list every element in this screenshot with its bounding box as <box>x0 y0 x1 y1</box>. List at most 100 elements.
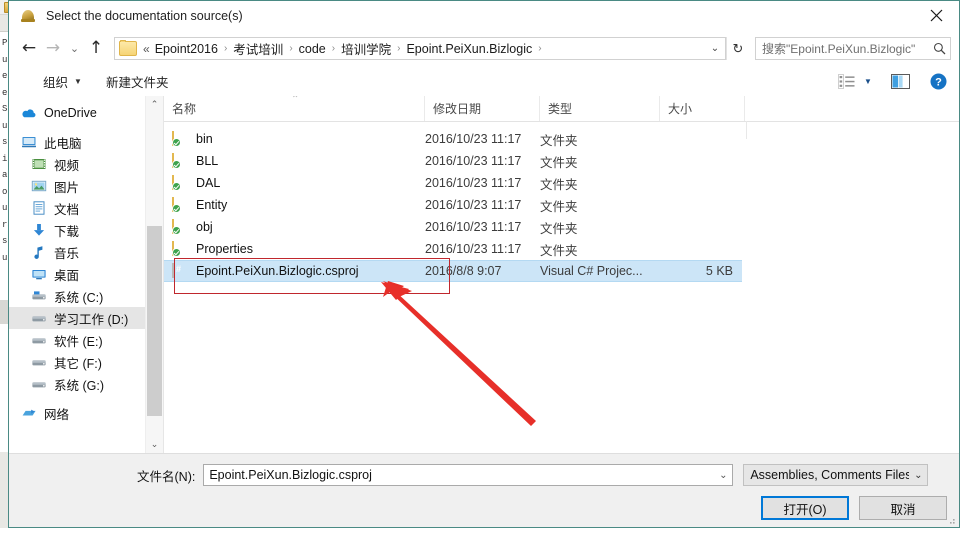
table-row[interactable]: DAL 2016/10/23 11:17 文件夹 <box>164 172 959 194</box>
sidebar-item-label: 音乐 <box>54 246 80 261</box>
breadcrumb-item-4[interactable]: Epoint.PeiXun.Bizlogic <box>403 42 535 56</box>
breadcrumb-item-0[interactable]: Epoint2016 <box>152 42 221 56</box>
table-row-selected[interactable]: # Epoint.PeiXun.Bizlogic.csproj 2016/8/8… <box>164 260 742 282</box>
folder-icon <box>172 219 188 235</box>
table-row[interactable]: Entity 2016/10/23 11:17 文件夹 <box>164 194 959 216</box>
sidebar-item-drive-e[interactable]: 软件 (E:) <box>9 329 145 351</box>
drive-icon <box>31 310 47 326</box>
sidebar-item-drive-d[interactable]: 学习工作 (D:) <box>9 307 145 329</box>
breadcrumb-root[interactable]: « <box>140 42 152 56</box>
filename-input[interactable]: Epoint.PeiXun.Bizlogic.csproj ⌄ <box>203 464 734 486</box>
sidebar-item-label: OneDrive <box>44 106 97 120</box>
file-name-cell: # Epoint.PeiXun.Bizlogic.csproj <box>164 263 425 279</box>
scroll-up-button[interactable]: ⌃ <box>146 96 163 113</box>
dialog-content: OneDrive 此电脑 视频 图片 文档 下载 音乐 桌面 系统 (C:) 学… <box>9 96 959 453</box>
back-button[interactable]: ← <box>17 37 41 61</box>
close-button[interactable] <box>913 1 959 30</box>
breadcrumb-separator[interactable]: › <box>535 43 544 54</box>
forward-button[interactable]: → <box>41 37 65 61</box>
address-bar[interactable]: « Epoint2016 › 考试培训 › code › 培训学院 › Epoi… <box>114 37 726 60</box>
check-overlay-icon <box>172 226 181 235</box>
breadcrumb-separator[interactable]: › <box>329 43 338 54</box>
refresh-button[interactable]: ↻ <box>726 37 749 60</box>
file-type-filter-select[interactable]: Assemblies, Comments Files ⌄ <box>743 464 929 486</box>
sidebar-item-pictures[interactable]: 图片 <box>9 175 145 197</box>
breadcrumb-item-1[interactable]: 考试培训 <box>230 39 286 58</box>
sidebar-item-downloads[interactable]: 下载 <box>9 219 145 241</box>
new-folder-button[interactable]: 新建文件夹 <box>100 70 175 93</box>
help-button[interactable]: ? <box>925 69 951 93</box>
file-name: Entity <box>196 198 228 212</box>
file-name: Properties <box>196 242 253 256</box>
scrollbar-thumb[interactable] <box>147 226 162 416</box>
sidebar-item-onedrive[interactable]: OneDrive <box>9 102 145 124</box>
sidebar-item-drive-c[interactable]: 系统 (C:) <box>9 285 145 307</box>
help-icon: ? <box>930 73 946 89</box>
sidebar-item-videos[interactable]: 视频 <box>9 153 145 175</box>
breadcrumb: « Epoint2016 › 考试培训 › code › 培训学院 › Epoi… <box>137 39 705 58</box>
sidebar-item-desktop[interactable]: 桌面 <box>9 263 145 285</box>
resize-grip-icon[interactable] <box>946 515 956 525</box>
bell-icon <box>20 8 37 24</box>
check-overlay-icon <box>172 248 181 257</box>
column-header-type[interactable]: 类型 <box>540 96 660 121</box>
preview-pane-icon <box>890 73 910 89</box>
pictures-icon <box>31 178 47 194</box>
table-row[interactable]: bin 2016/10/23 11:17 文件夹 <box>164 128 959 150</box>
up-button[interactable]: ↑ <box>84 37 108 61</box>
view-options-dropdown[interactable]: ▼ <box>859 69 877 93</box>
table-row[interactable]: Properties 2016/10/23 11:17 文件夹 <box>164 238 959 260</box>
breadcrumb-item-2[interactable]: code <box>296 42 329 56</box>
open-button[interactable]: 打开(O) <box>761 496 849 520</box>
file-type-cell: 文件夹 <box>540 243 578 258</box>
file-date-cell: 2016/8/8 9:07 <box>425 264 502 278</box>
sidebar-item-label: 软件 (E:) <box>54 334 103 349</box>
address-dropdown-button[interactable]: ⌄ <box>705 38 725 59</box>
dialog-footer: 文件名(N): Epoint.PeiXun.Bizlogic.csproj ⌄ … <box>9 453 959 527</box>
table-row[interactable]: BLL 2016/10/23 11:17 文件夹 <box>164 150 959 172</box>
file-name: DAL <box>196 176 221 190</box>
file-size-cell: 5 KB <box>705 264 733 278</box>
sidebar-item-music[interactable]: 音乐 <box>9 241 145 263</box>
file-name: Epoint.PeiXun.Bizlogic.csproj <box>196 264 359 278</box>
chevron-down-icon[interactable]: ⌄ <box>714 470 732 481</box>
sidebar-item-drive-f[interactable]: 其它 (F:) <box>9 351 145 373</box>
file-type-cell: 文件夹 <box>540 177 578 192</box>
table-row[interactable]: obj 2016/10/23 11:17 文件夹 <box>164 216 959 238</box>
recent-locations-button[interactable]: ⌄ <box>65 37 84 61</box>
organize-button[interactable]: 组织 ▼ <box>37 70 88 93</box>
column-header-row: 名称 ⌃ 修改日期 类型 大小 <box>164 96 959 122</box>
dialog-buttons: 打开(O) 取消 <box>761 496 947 520</box>
sidebar-item-network[interactable]: 网络 <box>9 402 145 424</box>
search-input[interactable]: 搜索"Epoint.PeiXun.Bizlogic" <box>755 37 951 60</box>
cancel-button[interactable]: 取消 <box>859 496 947 520</box>
dialog-titlebar: Select the documentation source(s) <box>9 1 959 31</box>
chevron-down-icon: ▼ <box>864 76 872 86</box>
sidebar-item-drive-g[interactable]: 系统 (G:) <box>9 373 145 395</box>
file-date-cell: 2016/10/23 11:17 <box>425 220 522 234</box>
check-overlay-icon <box>172 160 181 169</box>
file-date-cell: 2016/10/23 11:17 <box>425 176 522 190</box>
scroll-down-button[interactable]: ⌄ <box>146 436 163 453</box>
navigation-bar: ← → ⌄ ↑ « Epoint2016 › 考试培训 › code › 培训学… <box>9 31 959 66</box>
breadcrumb-separator[interactable]: › <box>394 43 403 54</box>
sidebar-item-documents[interactable]: 文档 <box>9 197 145 219</box>
videos-icon <box>31 156 47 172</box>
breadcrumb-separator[interactable]: › <box>221 43 230 54</box>
sidebar-scrollbar[interactable]: ⌃ ⌄ <box>145 96 163 453</box>
column-header-filler <box>745 96 959 121</box>
breadcrumb-item-3[interactable]: 培训学院 <box>338 39 394 58</box>
file-type-cell: 文件夹 <box>540 221 578 236</box>
column-header-date[interactable]: 修改日期 <box>425 96 540 121</box>
check-overlay-icon <box>172 182 181 191</box>
new-folder-label: 新建文件夹 <box>105 75 169 90</box>
search-placeholder: 搜索"Epoint.PeiXun.Bizlogic" <box>762 42 916 56</box>
preview-pane-button[interactable] <box>887 69 913 93</box>
column-header-name[interactable]: 名称 ⌃ <box>164 96 425 121</box>
column-header-size[interactable]: 大小 <box>660 96 745 121</box>
breadcrumb-separator[interactable]: › <box>286 43 295 54</box>
file-date-cell: 2016/10/23 11:17 <box>425 132 522 146</box>
folder-icon <box>172 153 188 169</box>
view-options-button[interactable] <box>833 69 859 93</box>
sidebar-item-this-pc[interactable]: 此电脑 <box>9 131 145 153</box>
